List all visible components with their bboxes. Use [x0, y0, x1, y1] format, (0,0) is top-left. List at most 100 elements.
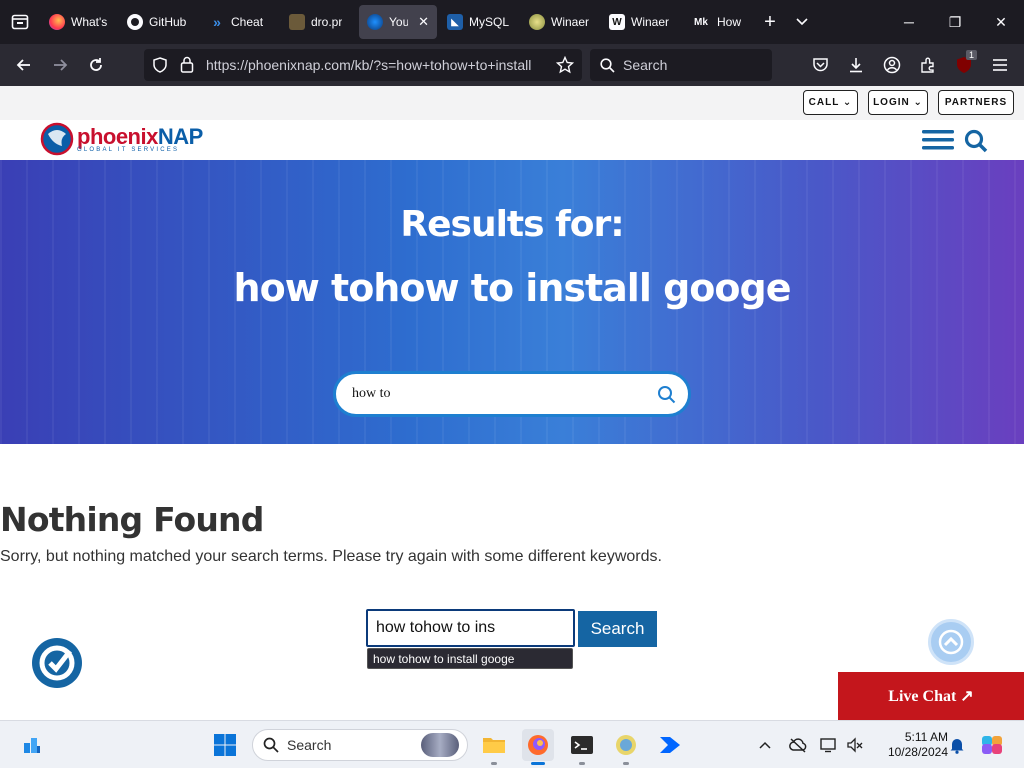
- live-chat-button[interactable]: Live Chat ↗: [838, 672, 1024, 720]
- browser-tab[interactable]: dro.pr: [281, 5, 357, 39]
- monitor-icon: [820, 738, 836, 753]
- network-button[interactable]: [816, 729, 842, 761]
- browser-tab-active[interactable]: You ✕: [359, 5, 437, 39]
- browser-nav-bar: https://phoenixnap.com/kb/?s=how+tohow+t…: [0, 44, 1024, 86]
- folder-icon: [483, 738, 505, 753]
- reload-button[interactable]: [78, 49, 114, 81]
- winaero-taskbar-button[interactable]: [610, 729, 642, 761]
- ublock-button[interactable]: 1: [946, 49, 982, 81]
- account-button[interactable]: [874, 49, 910, 81]
- clock-date: 10/28/2024: [887, 745, 948, 759]
- notification-badge: 1: [966, 50, 978, 60]
- browser-tab[interactable]: » Cheat: [201, 5, 279, 39]
- downloads-button[interactable]: [838, 49, 874, 81]
- chevron-up-icon: [938, 629, 964, 655]
- search-placeholder: Search: [623, 57, 668, 73]
- address-bar[interactable]: https://phoenixnap.com/kb/?s=how+tohow+t…: [144, 49, 582, 81]
- phoenixnap-icon: [367, 14, 383, 30]
- power-automate-icon: [660, 737, 680, 753]
- site-menu-button[interactable]: [922, 129, 954, 151]
- checkmark-badge-icon: [39, 645, 75, 681]
- close-window-button[interactable]: ✕: [978, 0, 1024, 44]
- search-icon: [263, 737, 279, 753]
- search-highlight-icon: [421, 733, 459, 757]
- results-query: how tohow to install googe: [233, 266, 792, 310]
- running-indicator: [579, 762, 585, 765]
- back-button[interactable]: [6, 49, 42, 81]
- scroll-to-top-button[interactable]: [928, 619, 974, 665]
- puzzle-icon: [920, 57, 934, 73]
- bell-icon: [950, 739, 964, 754]
- browser-tab-strip: What's GitHub » Cheat dro.pr You ✕ ◣ MyS…: [0, 0, 1024, 44]
- tab-title: Winaer: [551, 15, 590, 29]
- hero-search-input[interactable]: [352, 386, 642, 402]
- taskbar-search[interactable]: Search: [252, 729, 468, 761]
- browser-tab[interactable]: GitHub: [119, 5, 199, 39]
- tab-title: Winaer: [631, 15, 670, 29]
- site-utility-bar: CALL ⌄ LOGIN ⌄ PARTNERS: [0, 86, 1024, 120]
- notifications-button[interactable]: [944, 729, 970, 761]
- windows-logo-icon: [214, 734, 236, 756]
- show-hidden-icons-button[interactable]: [752, 729, 778, 761]
- tab-list-button[interactable]: [0, 0, 40, 44]
- image-icon: [289, 14, 305, 30]
- lock-icon: [180, 56, 194, 73]
- logo-brand-phoenix: phoenix: [77, 123, 158, 149]
- site-search-button[interactable]: [964, 129, 988, 153]
- browser-tab[interactable]: Mk How I: [683, 5, 753, 39]
- hamburger-menu-icon: [993, 59, 1007, 71]
- volume-button[interactable]: [842, 729, 868, 761]
- bookmark-star-icon[interactable]: [556, 56, 574, 74]
- active-indicator: [531, 762, 545, 765]
- new-tab-button[interactable]: +: [754, 5, 786, 39]
- search-field[interactable]: [366, 609, 575, 647]
- w-icon: W: [609, 14, 625, 30]
- minimize-icon: ─: [904, 14, 914, 30]
- browser-tab[interactable]: ◣ MySQL: [439, 5, 519, 39]
- extensions-button[interactable]: [910, 49, 946, 81]
- system-clock[interactable]: 5:11 AM 10/28/2024: [872, 730, 948, 760]
- menu-button[interactable]: [982, 49, 1018, 81]
- autocomplete-suggestion[interactable]: how tohow to install googe: [367, 648, 573, 669]
- terminal-button[interactable]: [566, 729, 598, 761]
- firefox-taskbar-button[interactable]: [522, 729, 554, 761]
- phoenixnap-logo[interactable]: phoenixNAP GLOBAL IT SERVICES: [40, 122, 203, 156]
- browser-search-bar[interactable]: Search: [590, 49, 772, 81]
- close-tab-icon[interactable]: ✕: [418, 14, 429, 30]
- tab-title: Cheat: [231, 15, 264, 29]
- search-button[interactable]: Search: [578, 611, 657, 647]
- partners-button[interactable]: PARTNERS: [938, 90, 1014, 115]
- search-input[interactable]: [376, 619, 571, 637]
- browser-tab[interactable]: Winaer: [521, 5, 599, 39]
- login-button[interactable]: LOGIN ⌄: [868, 90, 928, 115]
- search-results-hero: Results for: how tohow to install googe: [0, 160, 1024, 444]
- github-icon: [127, 14, 143, 30]
- browser-tab[interactable]: W Winaer: [601, 5, 681, 39]
- minimize-button[interactable]: ─: [886, 0, 932, 44]
- copilot-icon: [982, 736, 1002, 754]
- tab-title: GitHub: [149, 15, 187, 29]
- list-all-tabs-button[interactable]: [786, 5, 818, 39]
- onedrive-button[interactable]: [784, 729, 812, 761]
- chevron-down-icon: [796, 18, 808, 26]
- power-automate-button[interactable]: [654, 729, 686, 761]
- copilot-button[interactable]: [976, 729, 1010, 761]
- forward-button[interactable]: [42, 49, 78, 81]
- reload-icon: [90, 58, 102, 71]
- start-button[interactable]: [209, 729, 241, 761]
- search-icon[interactable]: [657, 385, 676, 404]
- file-explorer-button[interactable]: [478, 729, 510, 761]
- widgets-button[interactable]: [16, 729, 48, 761]
- clock-time: 5:11 AM: [904, 730, 948, 744]
- pocket-button[interactable]: [802, 49, 838, 81]
- restore-button[interactable]: ❐: [932, 0, 978, 44]
- winaero-icon: [529, 14, 545, 30]
- chevron-up-icon: [759, 741, 771, 749]
- search-icon: [964, 129, 988, 153]
- tab-title: How I: [717, 15, 745, 29]
- hero-search-box[interactable]: [333, 371, 691, 417]
- accessibility-badge[interactable]: [32, 638, 82, 688]
- restore-icon: ❐: [948, 13, 962, 30]
- call-button[interactable]: CALL ⌄: [803, 90, 858, 115]
- browser-tab[interactable]: What's: [41, 5, 117, 39]
